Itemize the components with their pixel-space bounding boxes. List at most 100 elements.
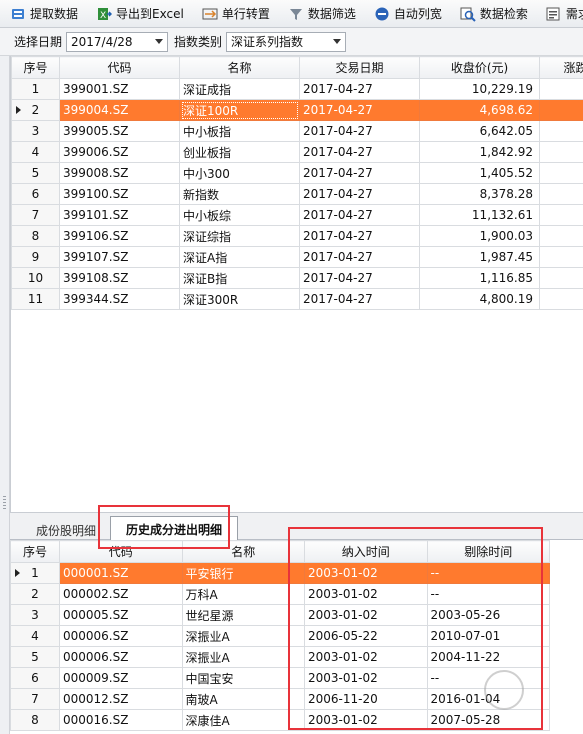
in-date-cell[interactable]: 2003-01-02 <box>304 562 428 584</box>
code-cell[interactable]: 399107.SZ <box>59 246 180 268</box>
in-date-cell[interactable]: 2003-01-02 <box>304 583 428 605</box>
chevron-down-icon[interactable] <box>151 33 167 51</box>
date-cell[interactable]: 2017-04-27 <box>299 267 420 289</box>
in-date-cell[interactable]: 2006-11-20 <box>304 688 428 710</box>
row-index[interactable]: 11 <box>11 288 60 310</box>
table-row[interactable]: 10 399108.SZ 深证B指 2017-04-27 1,116.85 <box>11 267 583 289</box>
column-header[interactable]: 剔除时间 <box>426 540 550 563</box>
out-date-cell[interactable]: -- <box>426 562 550 584</box>
name-cell[interactable]: 中小300 <box>179 162 300 184</box>
column-header[interactable]: 序号 <box>10 540 60 563</box>
code-cell[interactable]: 000006.SZ <box>59 646 183 668</box>
row-index[interactable]: 6 <box>11 183 60 205</box>
row-index[interactable]: 8 <box>11 225 60 247</box>
row-index[interactable]: 2 <box>11 99 60 121</box>
name-cell[interactable]: 深振业A <box>181 625 305 647</box>
row-index[interactable]: 3 <box>10 604 60 626</box>
date-cell[interactable]: 2017-04-27 <box>299 120 420 142</box>
column-header[interactable]: 交易日期 <box>299 56 420 79</box>
change-cell[interactable] <box>539 162 583 184</box>
out-date-cell[interactable]: -- <box>426 583 550 605</box>
code-cell[interactable]: 000016.SZ <box>59 709 183 731</box>
column-header[interactable]: 纳入时间 <box>304 540 428 563</box>
code-cell[interactable]: 399005.SZ <box>59 120 180 142</box>
column-header[interactable]: 名称 <box>181 540 305 563</box>
row-index[interactable]: 8 <box>10 709 60 731</box>
code-cell[interactable]: 399344.SZ <box>59 288 180 310</box>
code-cell[interactable]: 000006.SZ <box>59 625 183 647</box>
name-cell[interactable]: 深证300R <box>179 288 300 310</box>
code-cell[interactable]: 399100.SZ <box>59 183 180 205</box>
name-cell[interactable]: 南玻A <box>181 688 305 710</box>
date-cell[interactable]: 2017-04-27 <box>299 204 420 226</box>
table-row[interactable]: 6 000009.SZ 中国宝安 2003-01-02 -- <box>10 667 550 689</box>
row-index[interactable]: 5 <box>11 162 60 184</box>
name-cell[interactable]: 新指数 <box>179 183 300 205</box>
row-index[interactable]: 6 <box>10 667 60 689</box>
date-cell[interactable]: 2017-04-27 <box>299 141 420 163</box>
change-cell[interactable] <box>539 288 583 310</box>
code-cell[interactable]: 399008.SZ <box>59 162 180 184</box>
transpose-button[interactable]: 单行转置 <box>198 3 274 25</box>
feedback-button[interactable]: 需求意 <box>542 3 583 25</box>
code-cell[interactable]: 399108.SZ <box>59 267 180 289</box>
close-cell[interactable]: 10,229.19 <box>419 78 540 100</box>
table-row[interactable]: 1 000001.SZ 平安银行 2003-01-02 -- <box>10 562 550 584</box>
table-row[interactable]: 3 000005.SZ 世纪星源 2003-01-02 2003-05-26 <box>10 604 550 626</box>
out-date-cell[interactable]: 2004-11-22 <box>426 646 550 668</box>
table-row[interactable]: 2 399004.SZ 深证100R 2017-04-27 4,698.62 <box>11 99 583 121</box>
change-cell[interactable] <box>539 204 583 226</box>
table-row[interactable]: 5 000006.SZ 深振业A 2003-01-02 2004-11-22 <box>10 646 550 668</box>
table-row[interactable]: 9 399107.SZ 深证A指 2017-04-27 1,987.45 <box>11 246 583 268</box>
row-index[interactable]: 1 <box>11 78 60 100</box>
table-row[interactable]: 11 399344.SZ 深证300R 2017-04-27 4,800.19 <box>11 288 583 310</box>
close-cell[interactable]: 11,132.61 <box>419 204 540 226</box>
column-header[interactable]: 收盘价(元) <box>419 56 540 79</box>
code-cell[interactable]: 399106.SZ <box>59 225 180 247</box>
in-date-cell[interactable]: 2003-01-02 <box>304 646 428 668</box>
auto-width-button[interactable]: 自动列宽 <box>370 3 446 25</box>
column-header[interactable]: 涨跌 <box>539 56 583 79</box>
code-cell[interactable]: 000005.SZ <box>59 604 183 626</box>
change-cell[interactable] <box>539 99 583 121</box>
close-cell[interactable]: 4,698.62 <box>419 99 540 121</box>
row-index[interactable]: 7 <box>10 688 60 710</box>
row-index[interactable]: 4 <box>11 141 60 163</box>
in-date-cell[interactable]: 2003-01-02 <box>304 667 428 689</box>
close-cell[interactable]: 1,842.92 <box>419 141 540 163</box>
in-date-cell[interactable]: 2003-01-02 <box>304 604 428 626</box>
date-cell[interactable]: 2017-04-27 <box>299 225 420 247</box>
close-cell[interactable]: 8,378.28 <box>419 183 540 205</box>
name-cell[interactable]: 深康佳A <box>181 709 305 731</box>
column-header[interactable]: 名称 <box>179 56 300 79</box>
in-date-cell[interactable]: 2006-05-22 <box>304 625 428 647</box>
chevron-down-icon[interactable] <box>329 33 345 51</box>
date-cell[interactable]: 2017-04-27 <box>299 246 420 268</box>
close-cell[interactable]: 6,642.05 <box>419 120 540 142</box>
row-index[interactable]: 9 <box>11 246 60 268</box>
tab-constituent-details[interactable]: 成份股明细 <box>24 519 108 541</box>
date-picker[interactable]: 2017/4/28 <box>66 31 169 52</box>
table-row[interactable]: 4 399006.SZ 创业板指 2017-04-27 1,842.92 <box>11 141 583 163</box>
row-index[interactable]: 1 <box>10 562 60 584</box>
name-cell[interactable]: 深证A指 <box>179 246 300 268</box>
date-cell[interactable]: 2017-04-27 <box>299 99 420 121</box>
name-cell[interactable]: 深证B指 <box>179 267 300 289</box>
name-cell[interactable]: 万科A <box>181 583 305 605</box>
change-cell[interactable] <box>539 225 583 247</box>
table-row[interactable]: 7 399101.SZ 中小板综 2017-04-27 11,132.61 <box>11 204 583 226</box>
category-select[interactable]: 深证系列指数 <box>226 31 347 52</box>
change-cell[interactable] <box>539 246 583 268</box>
close-cell[interactable]: 1,116.85 <box>419 267 540 289</box>
out-date-cell[interactable]: 2007-05-28 <box>426 709 550 731</box>
name-cell[interactable]: 深证成指 <box>179 78 300 100</box>
name-cell[interactable]: 平安银行 <box>181 562 305 584</box>
row-index[interactable]: 5 <box>10 646 60 668</box>
table-row[interactable]: 1 399001.SZ 深证成指 2017-04-27 10,229.19 <box>11 78 583 100</box>
close-cell[interactable]: 4,800.19 <box>419 288 540 310</box>
filter-button[interactable]: 数据筛选 <box>284 3 360 25</box>
code-cell[interactable]: 000009.SZ <box>59 667 183 689</box>
row-index[interactable]: 7 <box>11 204 60 226</box>
date-cell[interactable]: 2017-04-27 <box>299 162 420 184</box>
code-cell[interactable]: 000001.SZ <box>59 562 183 584</box>
